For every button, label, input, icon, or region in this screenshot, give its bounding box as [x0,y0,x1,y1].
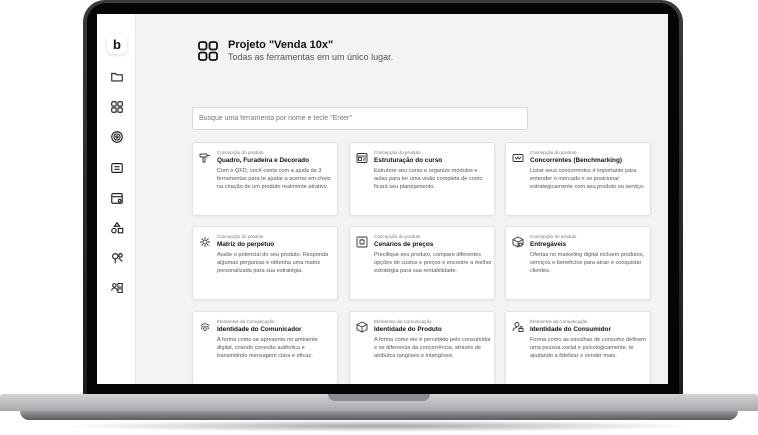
card-category: Concepção do produto [374,150,421,155]
tool-card[interactable]: Concepção do produto Cenários de preços … [349,226,495,300]
tool-card[interactable]: Elementos da Comunicação Identidade do C… [505,311,651,384]
page-subtitle: Todas as ferramentas em um único lugar. [228,52,394,62]
id-card-icon[interactable] [109,160,124,175]
persona-icon[interactable] [109,280,124,295]
card-description: Precifique seu produto, compare diferent… [374,252,492,274]
card-category: Concepção do produto [374,234,421,239]
calendar-icon[interactable] [109,190,124,205]
card-category: Concepção do produto [530,150,577,155]
card-title: Matriz do perpétuo [217,241,275,248]
project-grid-icon [197,40,219,62]
app-logo[interactable]: b [107,34,127,54]
card-title: Quadro, Furadeira e Decorado [217,157,309,164]
card-description: Com o QFD, você conta com a ajuda de 3 f… [217,168,331,190]
price-icon [356,235,368,248]
matrix-icon [199,235,211,247]
tool-card[interactable]: Concepção do produto Matriz do perpétuo … [192,226,338,300]
card-category: Elementos da Comunicação [530,319,588,324]
card-title: Concorrentes (Benchmarking) [530,157,622,164]
user-lock-icon [512,320,524,332]
laptop-base [0,394,758,424]
tool-card[interactable]: Concepção do produto Estruturação do cur… [349,142,495,216]
card-title: Identidade do Comunicador [217,326,302,333]
folder-icon[interactable] [109,69,124,84]
tool-card[interactable]: Concepção do produto Entregáveis Ofertas… [505,226,651,300]
target-icon[interactable] [109,129,124,144]
card-description: Avalie o potencial do seu produto. Respo… [217,252,329,274]
card-description: A forma como se apresenta no ambiente di… [217,337,318,359]
search-input[interactable] [192,107,528,130]
shapes-icon[interactable] [109,220,124,235]
card-title: Estruturação do curso [374,157,443,164]
card-category: Concepção do produto [217,234,264,239]
card-description: Ofertas no marketing digital incluem pro… [530,252,645,274]
card-title: Identidade do Produto [374,326,442,333]
card-description: Forma como as escolhas de consumo define… [530,337,646,359]
card-category: Concepção do produto [530,234,577,239]
tool-card[interactable]: Elementos da Comunicação Identidade do C… [192,311,338,384]
layout-icon [356,151,368,163]
laptop-notch [328,394,430,401]
card-description: A forma como ele é percebido pelo consum… [374,337,491,359]
card-category: Elementos da Comunicação [374,319,432,324]
tool-card[interactable]: Elementos da Comunicação Identidade do P… [349,311,495,384]
card-category: Concepção do produto [217,150,264,155]
pin-icon[interactable] [109,250,124,265]
card-title: Cenários de preços [374,241,434,248]
sidebar: b [97,14,136,384]
tool-card[interactable]: Concepção do produto Concorrentes (Bench… [505,142,651,216]
box-icon [356,320,368,333]
card-description: Listar seus concorrentes é importante pa… [530,168,645,190]
drill-icon [199,151,211,163]
page-title: Projeto "Venda 10x" [228,39,334,51]
fingerprint-icon [199,320,211,332]
card-title: Entregáveis [530,241,567,248]
binoculars-icon [512,151,524,163]
laptop-base-bottom [20,411,738,420]
laptop-mockup: b Projeto "Venda 10x" Todas as ferrament… [0,0,758,435]
card-category: Elementos da Comunicação [217,319,275,324]
grid-icon[interactable] [109,99,124,114]
app-screen: b Projeto "Venda 10x" Todas as ferrament… [97,14,668,384]
card-title: Identidade do Consumidor [530,326,611,333]
tool-card[interactable]: Concepção do produto Quadro, Furadeira e… [192,142,338,216]
package-icon [512,235,524,248]
card-description: Estrutere seu curso e organize módulos e… [374,168,483,190]
